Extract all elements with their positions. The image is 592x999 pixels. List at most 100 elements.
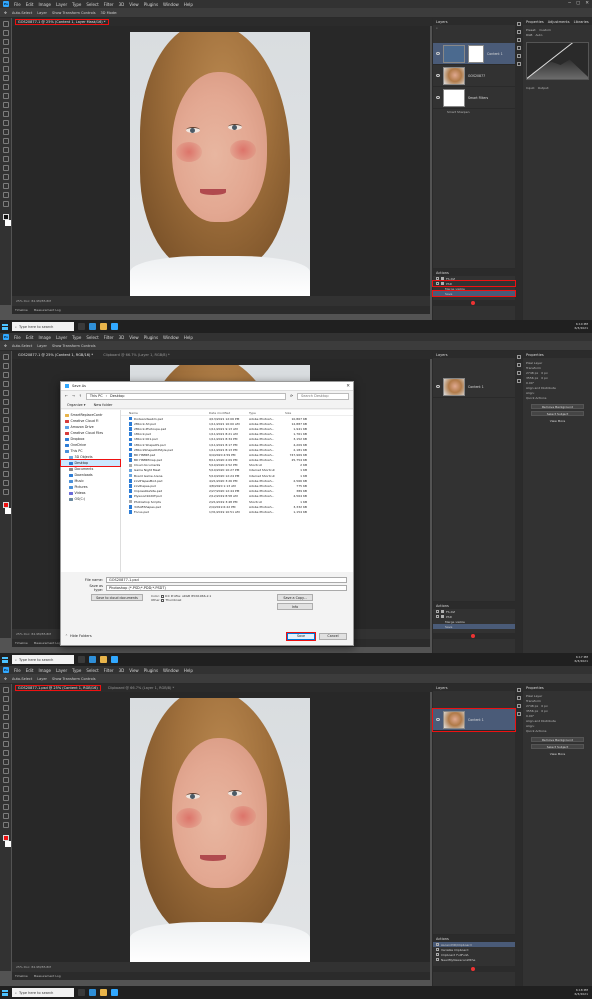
dodge-tool-icon[interactable] (2, 147, 9, 153)
y-field[interactable]: 0 px (541, 376, 548, 380)
taskbar-search[interactable]: ⌕ Type here to search (12, 988, 74, 997)
checkbox-icon[interactable] (436, 282, 439, 285)
crop-tool-icon[interactable] (2, 57, 9, 63)
menu-image[interactable]: Image (38, 335, 51, 340)
pen-tool-icon[interactable] (2, 453, 9, 459)
paths-icon[interactable] (516, 62, 521, 66)
layers-panel-title[interactable]: Layers (436, 686, 448, 690)
history-icon[interactable] (516, 355, 521, 359)
adjustments-tab[interactable]: Adjustments (548, 20, 570, 24)
paragraph-icon[interactable] (516, 46, 521, 50)
select-subject-button[interactable]: Select Subject (531, 744, 584, 749)
layer-row[interactable]: Content 1 (433, 376, 515, 398)
properties-tab[interactable]: Properties (526, 353, 544, 357)
menu-plugins[interactable]: Plugins (144, 668, 158, 673)
layer-name[interactable]: Content 1 (487, 52, 503, 56)
quick-actions-header[interactable]: Quick Actions (526, 396, 546, 400)
menu-3d[interactable]: 3D (119, 335, 125, 340)
hand-tool-icon[interactable] (2, 192, 9, 198)
zoom-tool-icon[interactable] (2, 201, 9, 207)
auto-select-target[interactable]: Layer (37, 11, 47, 15)
path-select-tool-icon[interactable] (2, 174, 9, 180)
move-tool-icon[interactable]: ✥ (4, 344, 7, 348)
task-view-icon[interactable] (78, 656, 85, 663)
history-brush-tool-icon[interactable] (2, 111, 9, 117)
checkbox-icon[interactable] (436, 277, 439, 280)
x-field[interactable]: 0 px (541, 704, 548, 708)
crop-tool-icon[interactable] (2, 723, 9, 729)
auto-select-target[interactable]: Layer (37, 344, 47, 348)
move-tool-icon[interactable]: ✥ (4, 11, 7, 15)
save-button[interactable]: Save (286, 631, 316, 641)
task-view-icon[interactable] (78, 989, 85, 996)
y-field[interactable]: 0 px (541, 709, 548, 713)
menu-layer[interactable]: Layer (56, 2, 67, 7)
brush-tool-icon[interactable] (2, 417, 9, 423)
tab-clipboard[interactable]: Clipboard @ 66.7% (Layer 1, RGB/8) * (106, 686, 177, 690)
hide-folders-button[interactable]: Hide Folders (70, 634, 92, 638)
width-field[interactable]: 2748 px (526, 704, 538, 708)
preset-select[interactable]: Custom (539, 28, 551, 32)
info-button[interactable]: Info (277, 603, 313, 610)
taskbar-search[interactable]: ⌕ Type here to search (12, 322, 74, 331)
windows-start-icon[interactable] (2, 656, 8, 663)
menu-help[interactable]: Help (184, 2, 193, 7)
eyedropper-tool-icon[interactable] (2, 399, 9, 405)
record-icon[interactable] (471, 634, 475, 638)
menu-window[interactable]: Window (163, 668, 179, 673)
column-type[interactable]: Type (249, 411, 285, 415)
file-explorer-icon[interactable] (100, 323, 107, 330)
move-tool-icon[interactable] (2, 354, 9, 360)
breadcrumb-this-pc[interactable]: This PC (90, 394, 103, 398)
chevron-up-icon[interactable]: ⌃ (65, 634, 68, 638)
up-arrow-icon[interactable]: ↑ (79, 394, 82, 398)
clone-stamp-tool-icon[interactable] (2, 759, 9, 765)
visibility-eye-icon[interactable] (436, 718, 440, 721)
visibility-eye-icon[interactable] (436, 52, 440, 55)
menu-window[interactable]: Window (163, 335, 179, 340)
eraser-tool-icon[interactable] (2, 120, 9, 126)
channels-icon[interactable] (516, 54, 521, 58)
eraser-tool-icon[interactable] (2, 768, 9, 774)
taskbar-search[interactable]: ⌕ Type here to search (12, 655, 74, 664)
channel-select[interactable]: RGB (526, 33, 532, 37)
file-explorer-icon[interactable] (100, 989, 107, 996)
menu-image[interactable]: Image (38, 668, 51, 673)
forward-arrow-icon[interactable]: → (72, 394, 75, 398)
checkbox-icon[interactable] (436, 953, 439, 956)
menu-type[interactable]: Type (72, 668, 81, 673)
menu-plugins[interactable]: Plugins (144, 2, 158, 7)
save-to-cloud-button[interactable]: Save to cloud documents (91, 594, 143, 601)
type-tool-icon[interactable] (2, 165, 9, 171)
menu-window[interactable]: Window (163, 2, 179, 7)
menu-type[interactable]: Type (72, 335, 81, 340)
column-size[interactable]: Size (285, 411, 309, 415)
menu-image[interactable]: Image (38, 2, 51, 7)
show-transform-checkbox[interactable]: Show Transform Controls (52, 344, 96, 348)
menu-edit[interactable]: Edit (26, 2, 34, 7)
tab-timeline[interactable]: Timeline (15, 641, 28, 645)
refresh-icon[interactable]: ⟳ (290, 394, 293, 398)
smart-filter-row[interactable]: Smart Sharpen (433, 109, 515, 115)
tab-timeline[interactable]: Timeline (15, 974, 28, 978)
quick-select-tool-icon[interactable] (2, 714, 9, 720)
menu-select[interactable]: Select (86, 668, 98, 673)
layer-row[interactable]: Content 1 (432, 708, 516, 732)
checkbox-icon[interactable] (436, 943, 439, 946)
breadcrumb[interactable]: This PC › Desktop (85, 392, 287, 400)
transform-header[interactable]: Transform (526, 366, 541, 370)
frame-tool-icon[interactable] (2, 66, 9, 72)
smart-filter-name[interactable]: Smart Sharpen (447, 110, 470, 114)
windows-start-icon[interactable] (2, 989, 8, 996)
auto-select-target[interactable]: Layer (37, 677, 47, 681)
tab-measurement-log[interactable]: Measurement Log (34, 308, 61, 312)
task-view-icon[interactable] (78, 323, 85, 330)
canvas-area[interactable] (12, 692, 430, 962)
align-header[interactable]: Align and Distribute (526, 386, 556, 390)
move-tool-icon[interactable]: ✥ (4, 677, 7, 681)
height-field[interactable]: 3556 px (526, 709, 538, 713)
height-field[interactable]: 3556 px (526, 376, 538, 380)
gradient-tool-icon[interactable] (2, 777, 9, 783)
menu-3d[interactable]: 3D (119, 668, 125, 673)
layer-name[interactable]: Content 1 (468, 385, 484, 389)
